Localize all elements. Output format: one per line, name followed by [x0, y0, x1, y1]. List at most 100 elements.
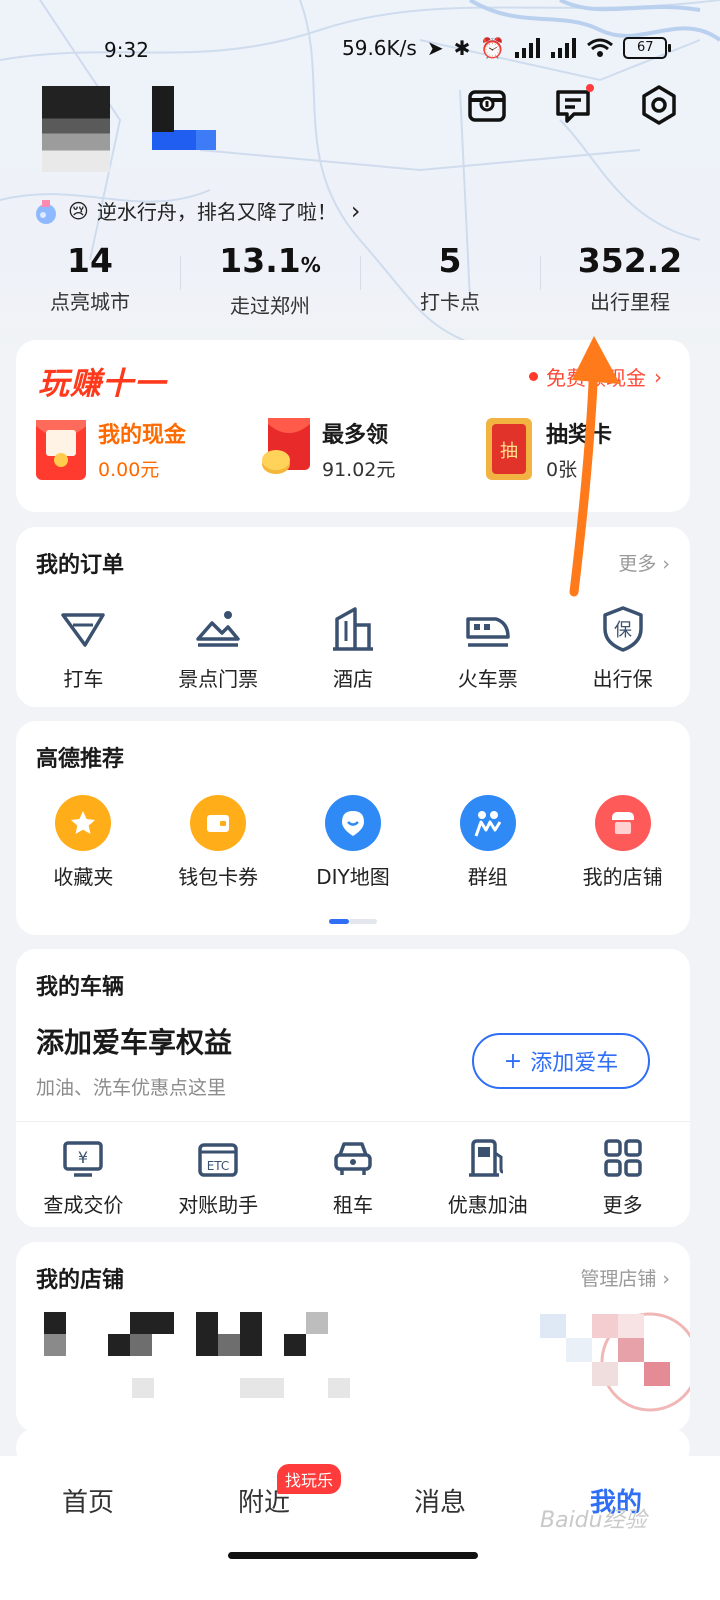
- sad-face-icon: 😢: [68, 198, 89, 223]
- shop-stamp-redacted: [540, 1312, 690, 1412]
- wifi-icon: [587, 38, 614, 57]
- status-indicators: 59.6K/s ➤ ✱ ⏰ 67: [342, 36, 672, 60]
- vehicle-label: 查成交价: [43, 1193, 124, 1217]
- order-item-train[interactable]: 火车票: [420, 605, 555, 692]
- shop-icon: [594, 795, 651, 851]
- settings-icon[interactable]: [638, 84, 680, 126]
- stat-label: 点亮城市: [50, 290, 130, 314]
- page-dot: [349, 919, 377, 924]
- rec-label: 钱包卡券: [178, 865, 259, 889]
- tab-home[interactable]: 首页: [28, 1482, 148, 1519]
- vehicle-label: 租车: [332, 1193, 373, 1217]
- orders-more-link[interactable]: 更多 ›: [618, 549, 670, 576]
- divider: [16, 1121, 690, 1122]
- signal-hd-icon: [551, 38, 577, 58]
- wallet-box-icon[interactable]: [466, 84, 508, 126]
- rec-item-shop[interactable]: 我的店铺: [555, 795, 690, 890]
- order-item-tickets[interactable]: 景点门票: [151, 605, 286, 692]
- vehicle-item-etc[interactable]: ETC 对账助手: [151, 1137, 286, 1218]
- promo-value: 0张: [546, 458, 578, 481]
- car-rental-icon: [334, 1142, 372, 1175]
- status-time: 9:32: [104, 38, 149, 62]
- stat-mileage[interactable]: 352.2 出行里程: [540, 240, 720, 319]
- watermark: Baidu经验: [540, 1508, 647, 1533]
- taxi-icon: [61, 613, 106, 647]
- rec-item-wallet[interactable]: 钱包卡券: [151, 795, 286, 890]
- favorites-icon: [55, 795, 112, 851]
- username-redacted[interactable]: [152, 86, 216, 150]
- free-cash-link[interactable]: 免费领现金 ›: [529, 362, 662, 391]
- group-icon: [459, 795, 516, 851]
- alarm-icon: ⏰: [480, 36, 506, 60]
- vehicle-item-fuel[interactable]: 优惠加油: [420, 1137, 555, 1218]
- network-speed: 59.6K/s: [342, 36, 417, 60]
- vehicle-headline: 添加爱车享权益: [36, 1026, 233, 1059]
- recommend-title: 高德推荐: [36, 747, 125, 772]
- shop-card: 我的店铺 管理店铺 ›: [16, 1242, 690, 1432]
- manage-shop-link[interactable]: 管理店铺 ›: [580, 1264, 670, 1291]
- shop-title: 我的店铺: [36, 1268, 125, 1293]
- recommend-row: 收藏夹 钱包卡券 DIY地图 群组 我的店铺: [16, 795, 690, 890]
- shop-name-redacted[interactable]: [40, 1312, 380, 1402]
- home-indicator[interactable]: [228, 1552, 478, 1559]
- rec-item-favorites[interactable]: 收藏夹: [16, 795, 151, 890]
- more-grid-icon: [603, 1139, 642, 1177]
- svg-text:ETC: ETC: [207, 1159, 230, 1173]
- stat-value: 5: [438, 241, 462, 280]
- order-item-taxi[interactable]: 打车: [16, 605, 151, 692]
- stat-unit: %: [300, 253, 321, 277]
- order-item-hotel[interactable]: 酒店: [286, 605, 421, 692]
- stat-value: 13.1: [219, 241, 301, 280]
- promo-item-max[interactable]: 最多领 91.02元: [258, 416, 482, 482]
- order-label: 火车票: [457, 667, 518, 691]
- lottery-card-icon: 抽: [486, 418, 532, 480]
- vehicle-title: 我的车辆: [36, 975, 125, 1000]
- chevron-right-icon: ›: [654, 364, 662, 389]
- order-label: 景点门票: [178, 667, 259, 691]
- rec-label: 我的店铺: [582, 865, 663, 889]
- train-icon: [466, 617, 510, 647]
- vehicle-item-rental[interactable]: 租车: [286, 1137, 421, 1218]
- vehicle-item-price[interactable]: ¥ 查成交价: [16, 1137, 151, 1218]
- stat-label: 出行里程: [590, 290, 670, 314]
- insurance-icon: 保: [602, 606, 643, 652]
- promo-card[interactable]: 玩赚十一 免费领现金 › 我的现金 0.00元 最多领 91.02元 抽 抽奖卡…: [16, 340, 690, 512]
- tab-messages[interactable]: 消息: [380, 1482, 500, 1519]
- diy-map-icon: [324, 795, 381, 851]
- signal-icon: [515, 38, 541, 58]
- promo-item-lottery[interactable]: 抽 抽奖卡 0张: [482, 416, 706, 482]
- rank-banner[interactable]: 😢 逆水行舟，排名又降了啦！ ›: [32, 196, 360, 225]
- recommend-card: 高德推荐 收藏夹 钱包卡券 DIY地图 群组 我的店铺: [16, 721, 690, 935]
- vehicle-label: 对账助手: [178, 1193, 259, 1217]
- header-actions: [466, 84, 680, 126]
- status-bar: 9:32 59.6K/s ➤ ✱ ⏰ 67: [0, 30, 720, 70]
- nearby-badge: 找玩乐: [277, 1464, 342, 1494]
- vehicle-card: 我的车辆 添加爱车享权益 加油、洗车优惠点这里 + 添加爱车 ¥ 查成交价 ET…: [16, 949, 690, 1227]
- location-icon: ➤: [426, 36, 444, 60]
- order-label: 出行保: [592, 667, 653, 691]
- plus-icon: +: [503, 1048, 523, 1074]
- order-item-insurance[interactable]: 保 出行保: [555, 605, 690, 692]
- price-check-icon: ¥: [63, 1141, 104, 1177]
- add-car-button[interactable]: + 添加爱车: [472, 1033, 650, 1089]
- orders-card: 我的订单 更多 › 打车 景点门票 酒店 火车票 保 出行保: [16, 527, 690, 707]
- promo-item-cash[interactable]: 我的现金 0.00元: [34, 416, 258, 482]
- stat-label: 打卡点: [420, 290, 480, 314]
- avatar[interactable]: [42, 86, 110, 172]
- rank-potion-icon: [36, 199, 56, 224]
- rec-item-group[interactable]: 群组: [420, 795, 555, 890]
- stat-value: 14: [67, 241, 113, 280]
- message-icon[interactable]: [552, 84, 594, 126]
- stat-cities[interactable]: 14 点亮城市: [0, 240, 180, 319]
- vehicle-label: 更多: [602, 1193, 643, 1217]
- page-indicator: [329, 919, 377, 924]
- promo-items: 我的现金 0.00元 最多领 91.02元 抽 抽奖卡 0张: [34, 416, 706, 482]
- vehicle-row: ¥ 查成交价 ETC 对账助手 租车 优惠加油 更多: [16, 1137, 690, 1218]
- fuel-icon: [468, 1139, 503, 1177]
- vehicle-subtitle: 加油、洗车优惠点这里: [36, 1077, 227, 1099]
- rec-item-diy-map[interactable]: DIY地图: [286, 795, 421, 890]
- vehicle-item-more[interactable]: 更多: [555, 1137, 690, 1218]
- svg-text:¥: ¥: [78, 1148, 88, 1167]
- stat-zhengzhou[interactable]: 13.1% 走过郑州: [180, 240, 360, 319]
- stat-checkins[interactable]: 5 打卡点: [360, 240, 540, 319]
